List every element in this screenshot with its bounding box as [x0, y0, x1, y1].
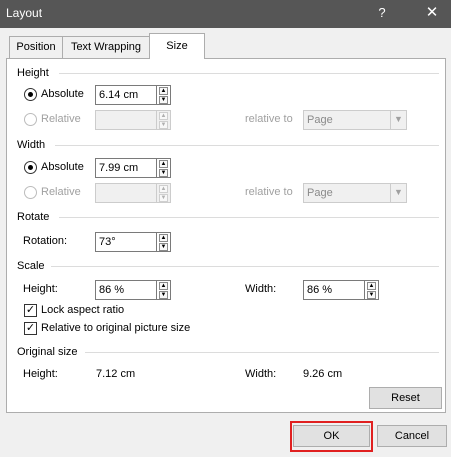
- height-absolute-input[interactable]: 6.14 cm: [95, 85, 157, 105]
- spin-down-icon[interactable]: ▼: [159, 243, 168, 251]
- height-relative-radio[interactable]: [24, 113, 37, 126]
- spin-up-icon[interactable]: ▲: [159, 282, 168, 290]
- divider: [59, 73, 439, 74]
- height-section-title: Height: [17, 67, 49, 79]
- original-height-label: Height:: [23, 368, 58, 380]
- width-absolute-input[interactable]: 7.99 cm: [95, 158, 157, 178]
- tab-position[interactable]: Position: [9, 36, 63, 58]
- height-relative-input[interactable]: [95, 110, 157, 130]
- spin-down-icon[interactable]: ▼: [159, 194, 168, 202]
- scale-width-input[interactable]: 86 %: [303, 280, 365, 300]
- width-relative-to-select[interactable]: Page ▼: [303, 183, 407, 203]
- scale-height-label: Height:: [23, 283, 58, 295]
- close-icon[interactable]: ✕: [420, 3, 444, 21]
- help-icon[interactable]: ?: [372, 5, 392, 20]
- width-relative-input[interactable]: [95, 183, 157, 203]
- scale-width-spinner[interactable]: ▲ ▼: [364, 280, 379, 300]
- spin-down-icon[interactable]: ▼: [159, 121, 168, 129]
- lock-aspect-label: Lock aspect ratio: [41, 304, 125, 316]
- width-relative-to-value: Page: [307, 187, 333, 199]
- rotate-section-title: Rotate: [17, 211, 50, 223]
- spin-up-icon[interactable]: ▲: [159, 185, 168, 193]
- title-bar: Layout ? ✕: [0, 0, 451, 28]
- width-relative-to-label: relative to: [245, 186, 293, 198]
- height-absolute-radio[interactable]: [24, 88, 37, 101]
- rotation-input[interactable]: 73°: [95, 232, 157, 252]
- spin-down-icon[interactable]: ▼: [159, 169, 168, 177]
- relative-original-label: Relative to original picture size: [41, 322, 191, 334]
- divider: [59, 217, 439, 218]
- divider: [51, 266, 439, 267]
- layout-dialog: Layout ? ✕ Position Text Wrapping Size H…: [0, 0, 451, 457]
- divider: [55, 145, 439, 146]
- spin-down-icon[interactable]: ▼: [159, 291, 168, 299]
- rotation-label: Rotation:: [23, 235, 68, 247]
- spin-down-icon[interactable]: ▼: [367, 291, 376, 299]
- scale-height-spinner[interactable]: ▲ ▼: [156, 280, 171, 300]
- original-width-label: Width:: [245, 368, 277, 380]
- ok-highlight: [290, 421, 373, 452]
- width-relative-radio[interactable]: [24, 186, 37, 199]
- width-absolute-radio[interactable]: [24, 161, 37, 174]
- original-size-section-title: Original size: [17, 346, 78, 358]
- height-absolute-spinner[interactable]: ▲ ▼: [156, 85, 171, 105]
- reset-button[interactable]: Reset: [369, 387, 442, 409]
- width-absolute-label: Absolute: [41, 161, 84, 173]
- original-height-value: 7.12 cm: [96, 368, 136, 380]
- dialog-title: Layout: [6, 6, 43, 20]
- width-relative-label: Relative: [41, 186, 81, 198]
- size-tab-panel: Height Absolute 6.14 cm ▲ ▼ Relative ▲ ▼ r…: [6, 58, 446, 413]
- width-relative-spinner[interactable]: ▲ ▼: [156, 183, 171, 203]
- width-section-title: Width: [17, 139, 46, 151]
- tab-size[interactable]: Size: [149, 33, 205, 59]
- chevron-down-icon[interactable]: ▼: [390, 111, 406, 129]
- height-relative-to-value: Page: [307, 114, 333, 126]
- spin-down-icon[interactable]: ▼: [159, 96, 168, 104]
- relative-original-checkbox[interactable]: ✓: [24, 322, 37, 335]
- spin-up-icon[interactable]: ▲: [159, 160, 168, 168]
- scale-height-input[interactable]: 86 %: [95, 280, 157, 300]
- width-absolute-spinner[interactable]: ▲ ▼: [156, 158, 171, 178]
- height-relative-to-select[interactable]: Page ▼: [303, 110, 407, 130]
- chevron-down-icon[interactable]: ▼: [390, 184, 406, 202]
- spin-up-icon[interactable]: ▲: [159, 234, 168, 242]
- spin-up-icon[interactable]: ▲: [159, 112, 168, 120]
- rotation-spinner[interactable]: ▲ ▼: [156, 232, 171, 252]
- height-relative-to-label: relative to: [245, 113, 293, 125]
- original-width-value: 9.26 cm: [303, 368, 343, 380]
- tab-text-wrapping[interactable]: Text Wrapping: [62, 36, 150, 58]
- height-relative-label: Relative: [41, 113, 81, 125]
- height-absolute-label: Absolute: [41, 88, 84, 100]
- height-relative-spinner[interactable]: ▲ ▼: [156, 110, 171, 130]
- spin-up-icon[interactable]: ▲: [367, 282, 376, 290]
- scale-width-label: Width:: [245, 283, 277, 295]
- spin-up-icon[interactable]: ▲: [159, 87, 168, 95]
- cancel-button[interactable]: Cancel: [377, 425, 447, 447]
- scale-section-title: Scale: [17, 260, 45, 272]
- divider: [85, 352, 439, 353]
- lock-aspect-checkbox[interactable]: ✓: [24, 304, 37, 317]
